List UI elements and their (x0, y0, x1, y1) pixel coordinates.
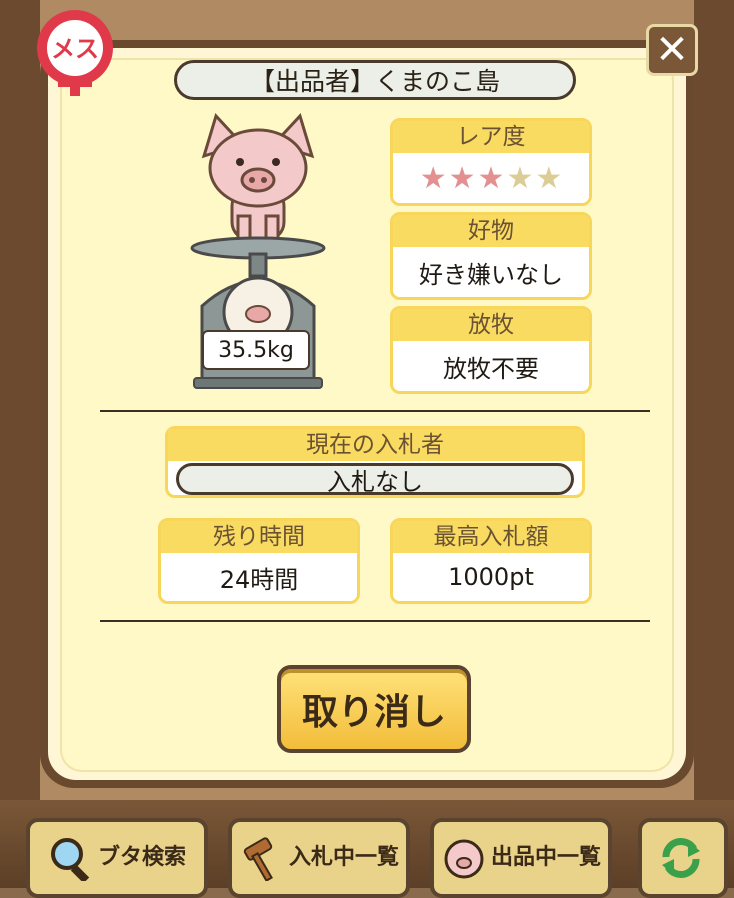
rarity-card: レア度 ★ ★ ★ ★ ★ (390, 118, 592, 206)
seller-label: 【出品者】くまのこ島 (249, 67, 500, 96)
weight-value: 35.5kg (218, 337, 294, 363)
star-filled-icon: ★ (419, 160, 447, 196)
highest-bid-label: 最高入札額 (393, 521, 589, 553)
star-empty-icon: ★ (506, 160, 534, 196)
divider-top (100, 410, 650, 412)
nav-bidding-list-button[interactable]: 入札中一覧 (228, 818, 410, 898)
grazing-label: 放牧 (393, 309, 589, 341)
remaining-time-label: 残り時間 (161, 521, 357, 553)
remaining-time-value: 24時間 (161, 553, 357, 601)
background-post-left (0, 0, 40, 888)
nav-pig-search-label: ブタ検索 (97, 845, 186, 871)
nav-pig-search-button[interactable]: ブタ検索 (26, 818, 208, 898)
seller-name: 【出品者】くまのこ島 (174, 60, 576, 100)
grazing-value: 放牧不要 (393, 341, 589, 391)
star-filled-icon: ★ (477, 160, 505, 196)
highest-bid-value: 1000pt (393, 553, 589, 601)
star-filled-icon: ★ (448, 160, 476, 196)
favorite-label: 好物 (393, 215, 589, 247)
background-post-right (694, 0, 734, 888)
cancel-button-label: 取り消し (301, 692, 446, 733)
rarity-stars: ★ ★ ★ ★ ★ (393, 153, 589, 203)
rarity-label: レア度 (393, 121, 589, 153)
nav-refresh-button[interactable] (638, 818, 728, 898)
star-rating: ★ ★ ★ ★ ★ (420, 161, 563, 196)
gavel-icon (243, 837, 273, 881)
female-symbol-icon: メス (37, 10, 113, 96)
nav-listing-list-label: 出品中一覧 (490, 845, 601, 871)
magnifier-icon (50, 838, 90, 881)
refresh-icon (662, 837, 700, 879)
grazing-card: 放牧 放牧不要 (390, 306, 592, 394)
current-bidder-text: 入札なし (327, 467, 423, 496)
pig-icon (201, 113, 315, 244)
close-icon: ✕ (655, 27, 689, 73)
current-bidder-label: 現在の入札者 (168, 429, 582, 461)
gender-female-badge: メス (30, 8, 120, 98)
pig-icon (444, 839, 484, 879)
highest-bid-card: 最高入札額 1000pt (390, 518, 592, 604)
nav-listing-list-button[interactable]: 出品中一覧 (430, 818, 612, 898)
favorite-value: 好き嫌いなし (393, 247, 589, 297)
remaining-time-card: 残り時間 24時間 (158, 518, 360, 604)
weight-display: 35.5kg (202, 330, 310, 370)
current-bidder-value: 入札なし (176, 463, 574, 496)
gender-label: メス (51, 35, 99, 63)
nav-bidding-list-label: 入札中一覧 (288, 845, 399, 871)
cancel-button[interactable]: 取り消し (277, 665, 471, 753)
close-button[interactable]: ✕ (646, 24, 698, 76)
favorite-food-card: 好物 好き嫌いなし (390, 212, 592, 300)
star-empty-icon: ★ (535, 160, 563, 196)
divider-bottom (100, 620, 650, 622)
pig-image (188, 108, 328, 248)
current-bidder-card: 現在の入札者 入札なし (165, 426, 585, 498)
